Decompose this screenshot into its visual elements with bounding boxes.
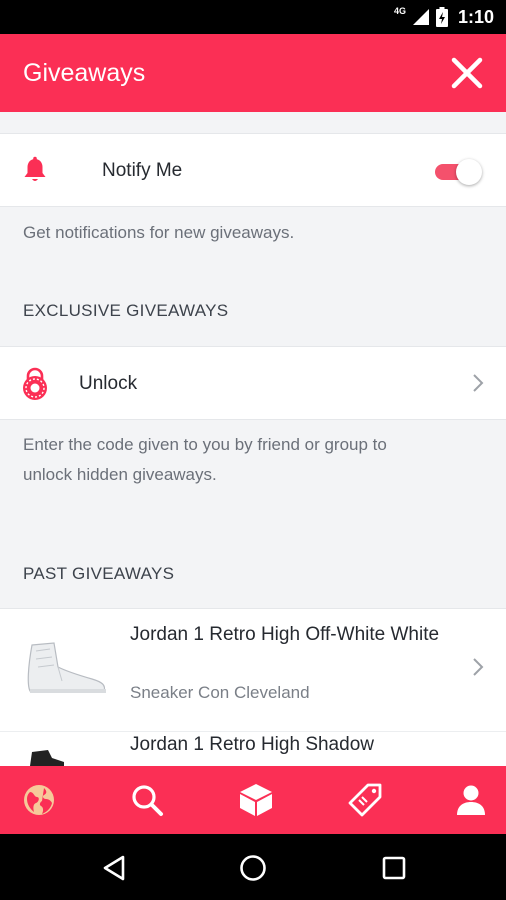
past-giveaway-item[interactable]: Jordan 1 Retro High Shadow (0, 732, 506, 766)
app-bar: Giveaways (0, 34, 506, 112)
close-icon (451, 57, 483, 89)
toggle-thumb (456, 159, 482, 185)
item-name: Jordan 1 Retro High Off-White White (130, 624, 440, 645)
close-button[interactable] (447, 53, 487, 93)
sneaker-image (30, 750, 64, 766)
bell-icon (24, 156, 46, 181)
profile-icon (457, 785, 485, 815)
system-recents-button[interactable] (374, 848, 414, 888)
box-icon (240, 784, 272, 816)
combination-lock-icon (23, 367, 47, 400)
unlock-help-line-1: Enter the code given to you by friend or… (23, 435, 387, 454)
system-nav-bar (0, 834, 506, 900)
nav-discover[interactable] (17, 778, 61, 822)
home-circle-icon (240, 855, 266, 881)
item-name: Jordan 1 Retro High Shadow (130, 734, 374, 755)
battery-charging-icon (435, 7, 448, 27)
exclusive-heading: EXCLUSIVE GIVEAWAYS (23, 301, 229, 320)
search-icon (132, 785, 163, 816)
item-event: Sneaker Con Cleveland (130, 683, 310, 702)
page-title: Giveaways (23, 58, 146, 87)
nav-search[interactable] (125, 778, 169, 822)
giveaways-content[interactable]: Notify Me Get notifications for new give… (0, 112, 506, 766)
unlock-row[interactable]: Unlock (0, 346, 506, 420)
past-heading: PAST GIVEAWAYS (23, 564, 175, 583)
system-back-button[interactable] (94, 848, 134, 888)
notify-label: Notify Me (102, 160, 183, 181)
chevron-right-icon (473, 374, 484, 392)
bottom-nav (0, 766, 506, 834)
notify-row: Notify Me (0, 133, 506, 207)
nav-deals[interactable] (343, 778, 387, 822)
system-home-button[interactable] (233, 848, 273, 888)
signal-icon (412, 9, 429, 25)
recents-square-icon (382, 856, 406, 880)
status-bar: 4G 1:10 (0, 0, 506, 34)
past-giveaway-item[interactable]: Jordan 1 Retro High Off-White White Snea… (0, 608, 506, 732)
notify-toggle[interactable] (433, 158, 485, 186)
network-type: 4G (393, 6, 406, 16)
clock: 1:10 (457, 6, 494, 27)
tag-icon (348, 783, 382, 817)
chevron-right-icon (473, 658, 484, 676)
notify-help-text: Get notifications for new giveaways. (23, 223, 295, 242)
globe-icon (24, 785, 54, 815)
nav-profile[interactable] (449, 778, 493, 822)
unlock-label: Unlock (79, 373, 138, 394)
nav-giveaways[interactable] (234, 778, 278, 822)
sneaker-image (27, 642, 106, 693)
unlock-help-line-2: unlock hidden giveaways. (23, 465, 217, 484)
back-triangle-icon (103, 855, 125, 881)
